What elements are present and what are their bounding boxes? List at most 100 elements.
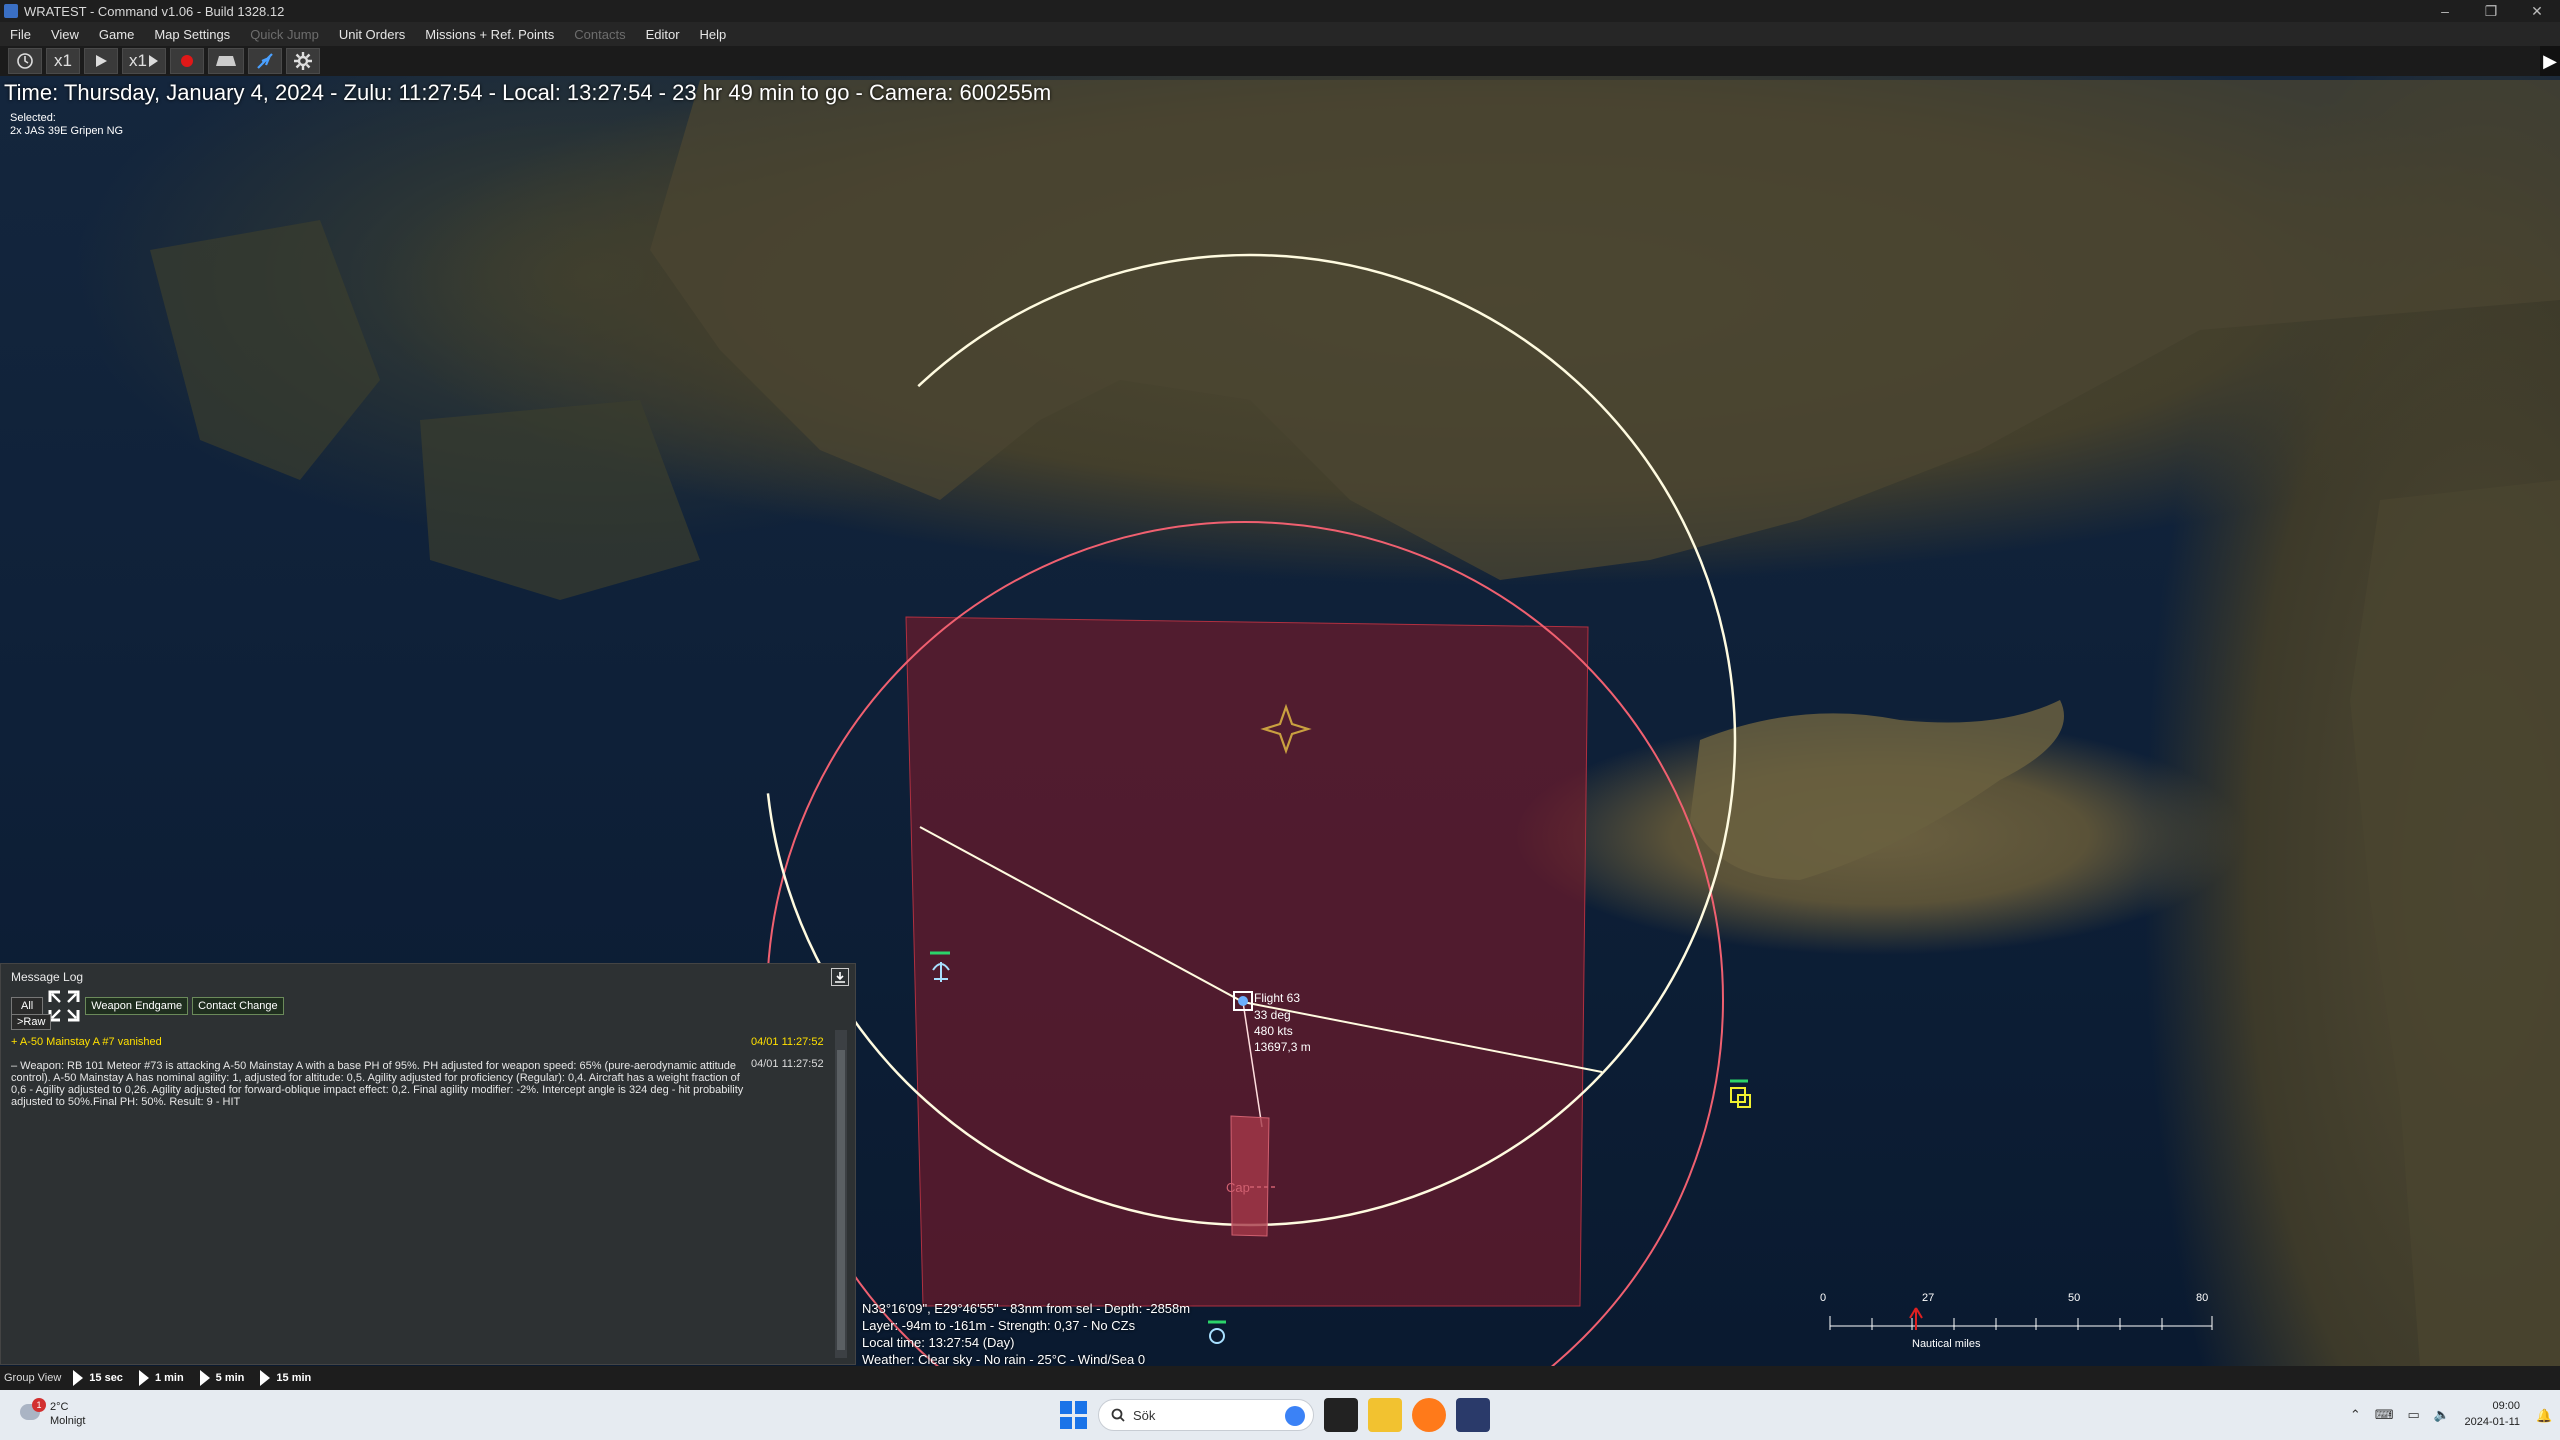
menu-editor[interactable]: Editor — [636, 27, 690, 42]
flight-altitude: 13697,3 m — [1254, 1040, 1311, 1054]
chevron-up-icon[interactable]: ⌃ — [2350, 1407, 2361, 1423]
message-log-panel: Message Log All Weapon Endgame Contact C… — [0, 963, 856, 1365]
clock-date: 2024-01-11 — [2464, 1416, 2520, 1428]
taskbar-search[interactable]: Sök — [1098, 1399, 1314, 1431]
play-icon — [73, 1370, 84, 1386]
group-5min-label: 5 min — [215, 1372, 245, 1384]
scale-label-27: 27 — [1922, 1292, 1935, 1304]
scale-unit-label: Nautical miles — [1912, 1338, 1981, 1350]
dock-button[interactable] — [831, 968, 849, 986]
notification-bell-icon[interactable]: 🔔 — [2536, 1408, 2552, 1423]
windows-taskbar: 1 2°C Molnigt Sök ⌃ ⌨ ▭ 🔈 09:00 2024-01-… — [0, 1390, 2560, 1440]
group-1min-label: 1 min — [154, 1372, 184, 1384]
menu-map-settings[interactable]: Map Settings — [144, 27, 240, 42]
keyboard-icon[interactable]: ⌨ — [2375, 1407, 2394, 1423]
menu-quick-jump: Quick Jump — [250, 26, 319, 42]
file-explorer-icon[interactable] — [1368, 1398, 1402, 1432]
cap-label: Cap — [1226, 1180, 1250, 1195]
surface-contact — [1209, 1328, 1225, 1344]
menu-help[interactable]: Help — [690, 27, 737, 42]
play-icon — [138, 1370, 149, 1386]
step-button[interactable]: x1 — [122, 48, 166, 74]
download-icon — [835, 972, 845, 983]
filter-all-button[interactable]: All — [11, 997, 44, 1015]
time-status: Time: Thursday, January 4, 2024 - Zulu: … — [4, 80, 1052, 105]
unit-view-button[interactable] — [207, 48, 244, 74]
menu-view[interactable]: View — [41, 27, 89, 42]
group-5min-button[interactable]: 5 min — [192, 1370, 253, 1386]
group-view-bar: Group View 15 sec 1 min 5 min 15 min — [0, 1366, 2560, 1390]
menu-bar: File View Game Map Settings Quick Jump U… — [0, 22, 2560, 46]
network-icon[interactable]: ▭ — [2408, 1407, 2420, 1423]
minimize-button[interactable]: – — [2422, 0, 2468, 22]
menu-file[interactable]: File — [0, 27, 41, 42]
volume-icon[interactable]: 🔈 — [2434, 1407, 2450, 1423]
taskbar-clock[interactable]: 09:00 2024-01-11 — [2465, 1398, 2520, 1430]
group-15sec-button[interactable]: 15 sec — [65, 1370, 131, 1386]
menu-missions[interactable]: Missions + Ref. Points — [415, 27, 564, 42]
toolbar: x1 x1 — [0, 46, 2560, 76]
group-1min-button[interactable]: 1 min — [131, 1370, 192, 1386]
firefox-icon[interactable] — [1412, 1398, 1446, 1432]
plane-button[interactable] — [247, 48, 282, 74]
search-icon — [1111, 1408, 1125, 1422]
system-tray: ⌃ ⌨ ▭ 🔈 — [2350, 1407, 2450, 1423]
command-app-icon[interactable] — [1456, 1398, 1490, 1432]
fullscreen-icon — [48, 990, 80, 1022]
filter-weapon-endgame-button[interactable]: Weapon Endgame — [85, 997, 189, 1015]
window-title: WRATEST - Command v1.06 - Build 1328.12 — [24, 3, 285, 19]
step-label: x1 — [129, 51, 147, 70]
play-icon — [199, 1370, 210, 1386]
search-placeholder: Sök — [1133, 1407, 1156, 1423]
group-15min-button[interactable]: 15 min — [252, 1370, 319, 1386]
scrollbar-thumb[interactable] — [837, 1050, 845, 1350]
play-button[interactable] — [84, 48, 118, 74]
menu-game[interactable]: Game — [89, 27, 144, 42]
menu-contacts: Contacts — [574, 26, 626, 42]
log-scrollbar[interactable] — [835, 1030, 847, 1358]
message-log-title: Message Log — [11, 970, 84, 984]
unit-icon — [215, 56, 236, 66]
taskbar-apps: Sök — [1060, 1398, 1490, 1432]
menu-unit-orders[interactable]: Unit Orders — [329, 27, 415, 42]
windows-start-icon[interactable] — [1060, 1401, 1088, 1429]
raw-toggle-button[interactable]: >Raw — [11, 1014, 52, 1030]
step-play-icon — [148, 55, 158, 67]
clock-time: 09:00 — [2492, 1400, 2520, 1412]
panel-toggle-arrow-icon[interactable]: ▶ — [2540, 46, 2560, 76]
window-controls: – ❐ ✕ — [2422, 0, 2560, 22]
play-icon — [260, 1370, 271, 1386]
gear-icon — [293, 52, 312, 70]
group-15min-label: 15 min — [276, 1372, 312, 1384]
cursor-info: N33°16'09", E29°46'55" - 83nm from sel -… — [862, 1300, 1190, 1368]
clock-button[interactable] — [8, 48, 42, 74]
window-titlebar: WRATEST - Command v1.06 - Build 1328.12 … — [0, 0, 2560, 22]
settings-button[interactable] — [285, 48, 320, 74]
task-view-icon[interactable] — [1324, 1398, 1358, 1432]
land-cyprus — [1690, 700, 2064, 880]
record-icon — [180, 55, 193, 67]
expand-icon[interactable] — [47, 989, 81, 1023]
close-button[interactable]: ✕ — [2514, 0, 2560, 22]
unit-core — [1238, 996, 1248, 1006]
time-compression-button[interactable]: x1 — [46, 48, 80, 74]
cap-zone — [1230, 1115, 1270, 1237]
log-entry-time-1: 04/01 11:27:52 — [751, 1036, 824, 1048]
scale-label-80: 80 — [2196, 1292, 2209, 1304]
flight-speed: 480 kts — [1254, 1024, 1293, 1038]
maximize-button[interactable]: ❐ — [2468, 0, 2514, 22]
group-view-label: Group View — [4, 1372, 62, 1384]
selected-info: Selected: 2x JAS 39E Gripen NG — [10, 112, 123, 138]
flight-heading: 33 deg — [1254, 1008, 1291, 1022]
flight-label: Flight 63 — [1254, 991, 1300, 1005]
weather-text: 2°C Molnigt — [50, 1400, 85, 1428]
bing-icon — [1285, 1406, 1305, 1426]
cursor-position: N33°16'09", E29°46'55" - 83nm from sel -… — [862, 1301, 1191, 1316]
filter-contact-change-button[interactable]: Contact Change — [192, 997, 284, 1015]
record-button[interactable] — [169, 48, 204, 74]
log-entry-vanished[interactable]: + A-50 Mainstay A #7 vanished — [11, 1036, 162, 1048]
cursor-local-time: Local time: 13:27:54 (Day) — [862, 1335, 1015, 1350]
scale-ruler — [1829, 1307, 2213, 1330]
log-entry-weapon[interactable]: – Weapon: RB 101 Meteor #73 is attacking… — [11, 1060, 746, 1108]
selected-label: Selected: — [10, 112, 56, 124]
